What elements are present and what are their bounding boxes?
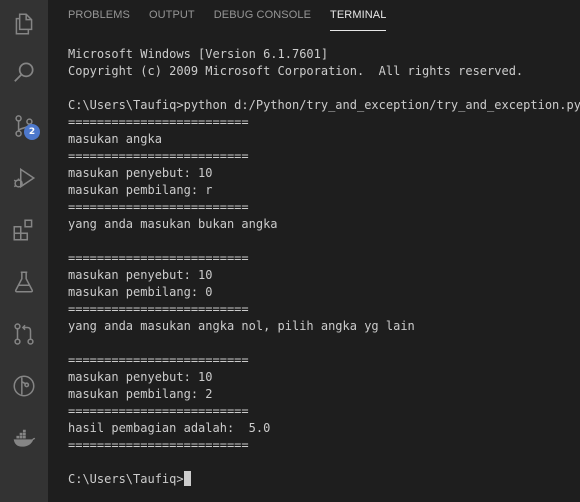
activity-bar: 2 [0,0,48,502]
terminal-line-text: masukan penyebut: 10 [68,268,213,282]
terminal-line: ========================= [68,352,576,369]
terminal-line-text: ========================= [68,149,249,163]
extensions-icon[interactable] [0,206,48,254]
terminal-line-text: Copyright (c) 2009 Microsoft Corporation… [68,64,524,78]
terminal-line: ========================= [68,114,576,131]
tab-terminal[interactable]: TERMINAL [330,0,387,31]
panel-tabs: PROBLEMS OUTPUT DEBUG CONSOLE TERMINAL [68,0,405,33]
terminal-line: C:\Users\Taufiq>python d:/Python/try_and… [68,97,580,114]
terminal-line: masukan penyebut: 10 [68,267,576,284]
terminal-line-text: masukan penyebut: 10 [68,370,213,384]
source-control-icon[interactable] [0,102,48,150]
terminal-line-text: ========================= [68,404,249,418]
terminal-line-text: ========================= [68,353,249,367]
terminal-line: masukan penyebut: 10 [68,165,576,182]
run-debug-icon[interactable] [0,154,48,202]
terminal-line-text: masukan penyebut: 10 [68,166,213,180]
terminal-line-text: C:\Users\Taufiq>python d:/Python/try_and… [68,98,580,112]
testing-icon[interactable] [0,258,48,306]
terminal-line: ========================= [68,250,576,267]
docker-icon[interactable] [0,414,48,462]
terminal-line: hasil pembagian adalah: 5.0 [68,420,576,437]
terminal-line-text: Microsoft Windows [Version 6.1.7601] [68,47,329,61]
terminal-line-text: yang anda masukan bukan angka [68,217,278,231]
terminal-line: masukan pembilang: 0 [68,284,576,301]
tab-debug-console[interactable]: DEBUG CONSOLE [214,0,311,31]
terminal-output[interactable]: Microsoft Windows [Version 6.1.7601] Copy… [68,46,580,488]
terminal-line-text: ========================= [68,200,249,214]
tab-problems[interactable]: PROBLEMS [68,0,130,31]
tab-output[interactable]: OUTPUT [149,0,195,31]
terminal-line-text: hasil pembagian adalah: 5.0 [68,421,271,435]
terminal-panel: PROBLEMS OUTPUT DEBUG CONSOLE TERMINAL M… [48,0,580,502]
terminal-line: ========================= [68,403,576,420]
terminal-line: yang anda masukan angka nol, pilih angka… [68,318,576,335]
terminal-line-text: masukan pembilang: 2 [68,387,213,401]
terminal-line: masukan pembilang: r [68,182,576,199]
terminal-line: Copyright (c) 2009 Microsoft Corporation… [68,63,576,80]
terminal-line-text: ========================= [68,302,249,316]
source-control-badge: 2 [24,124,40,140]
terminal-line: masukan penyebut: 10 [68,369,576,386]
terminal-line-text: C:\Users\Taufiq> [68,472,184,486]
pull-request-icon[interactable] [0,310,48,358]
terminal-line: ========================= [68,199,576,216]
terminal-line-text: masukan pembilang: 0 [68,285,213,299]
terminal-line-text: yang anda masukan angka nol, pilih angka… [68,319,415,333]
git-graph-icon[interactable] [0,362,48,410]
terminal-line: ========================= [68,437,576,454]
terminal-line: ========================= [68,301,576,318]
terminal-line: ========================= [68,148,576,165]
terminal-line: masukan pembilang: 2 [68,386,576,403]
terminal-line-text: masukan pembilang: r [68,183,213,197]
terminal-line: masukan angka [68,131,576,148]
terminal-line: yang anda masukan bukan angka [68,216,576,233]
terminal-line-text: ========================= [68,438,249,452]
explorer-icon[interactable] [0,0,48,48]
terminal-line-text: ========================= [68,115,249,129]
terminal-line-text: ========================= [68,251,249,265]
terminal-cursor [183,471,191,486]
terminal-line: Microsoft Windows [Version 6.1.7601] [68,46,576,63]
terminal-line-text: masukan angka [68,132,162,146]
terminal-line: C:\Users\Taufiq> [68,471,576,488]
search-icon[interactable] [0,48,48,96]
